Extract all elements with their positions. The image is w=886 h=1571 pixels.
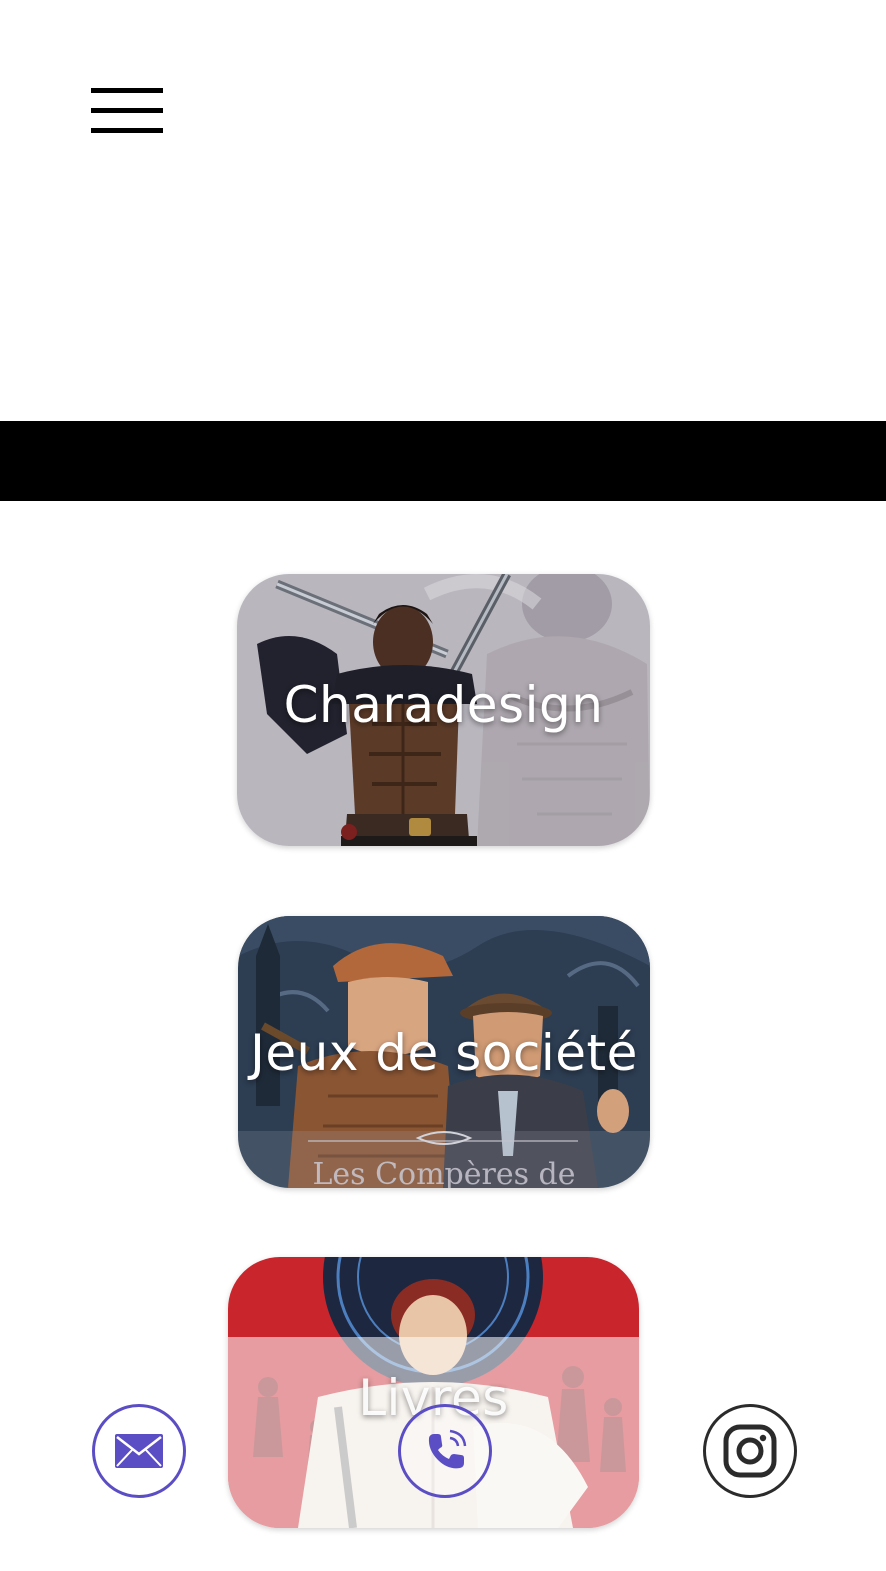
menu-bar <box>91 128 163 133</box>
instagram-icon <box>723 1424 777 1478</box>
email-button[interactable] <box>92 1404 186 1498</box>
envelope-icon <box>115 1434 163 1468</box>
card-label: Charadesign <box>283 676 604 734</box>
menu-bar <box>91 108 163 113</box>
phone-button[interactable] <box>398 1404 492 1498</box>
instagram-button[interactable] <box>703 1404 797 1498</box>
card-jeux-de-societe[interactable]: Les Compères de Jeux de société <box>238 916 650 1188</box>
card-charadesign[interactable]: Charadesign <box>237 574 650 846</box>
menu-bar <box>91 88 163 93</box>
black-banner <box>0 421 886 501</box>
hamburger-menu-icon[interactable] <box>88 84 164 138</box>
phone-icon <box>428 1429 467 1469</box>
card-label: Jeux de société <box>250 1024 638 1082</box>
game-cover-title: Les Compères de <box>312 1157 575 1188</box>
